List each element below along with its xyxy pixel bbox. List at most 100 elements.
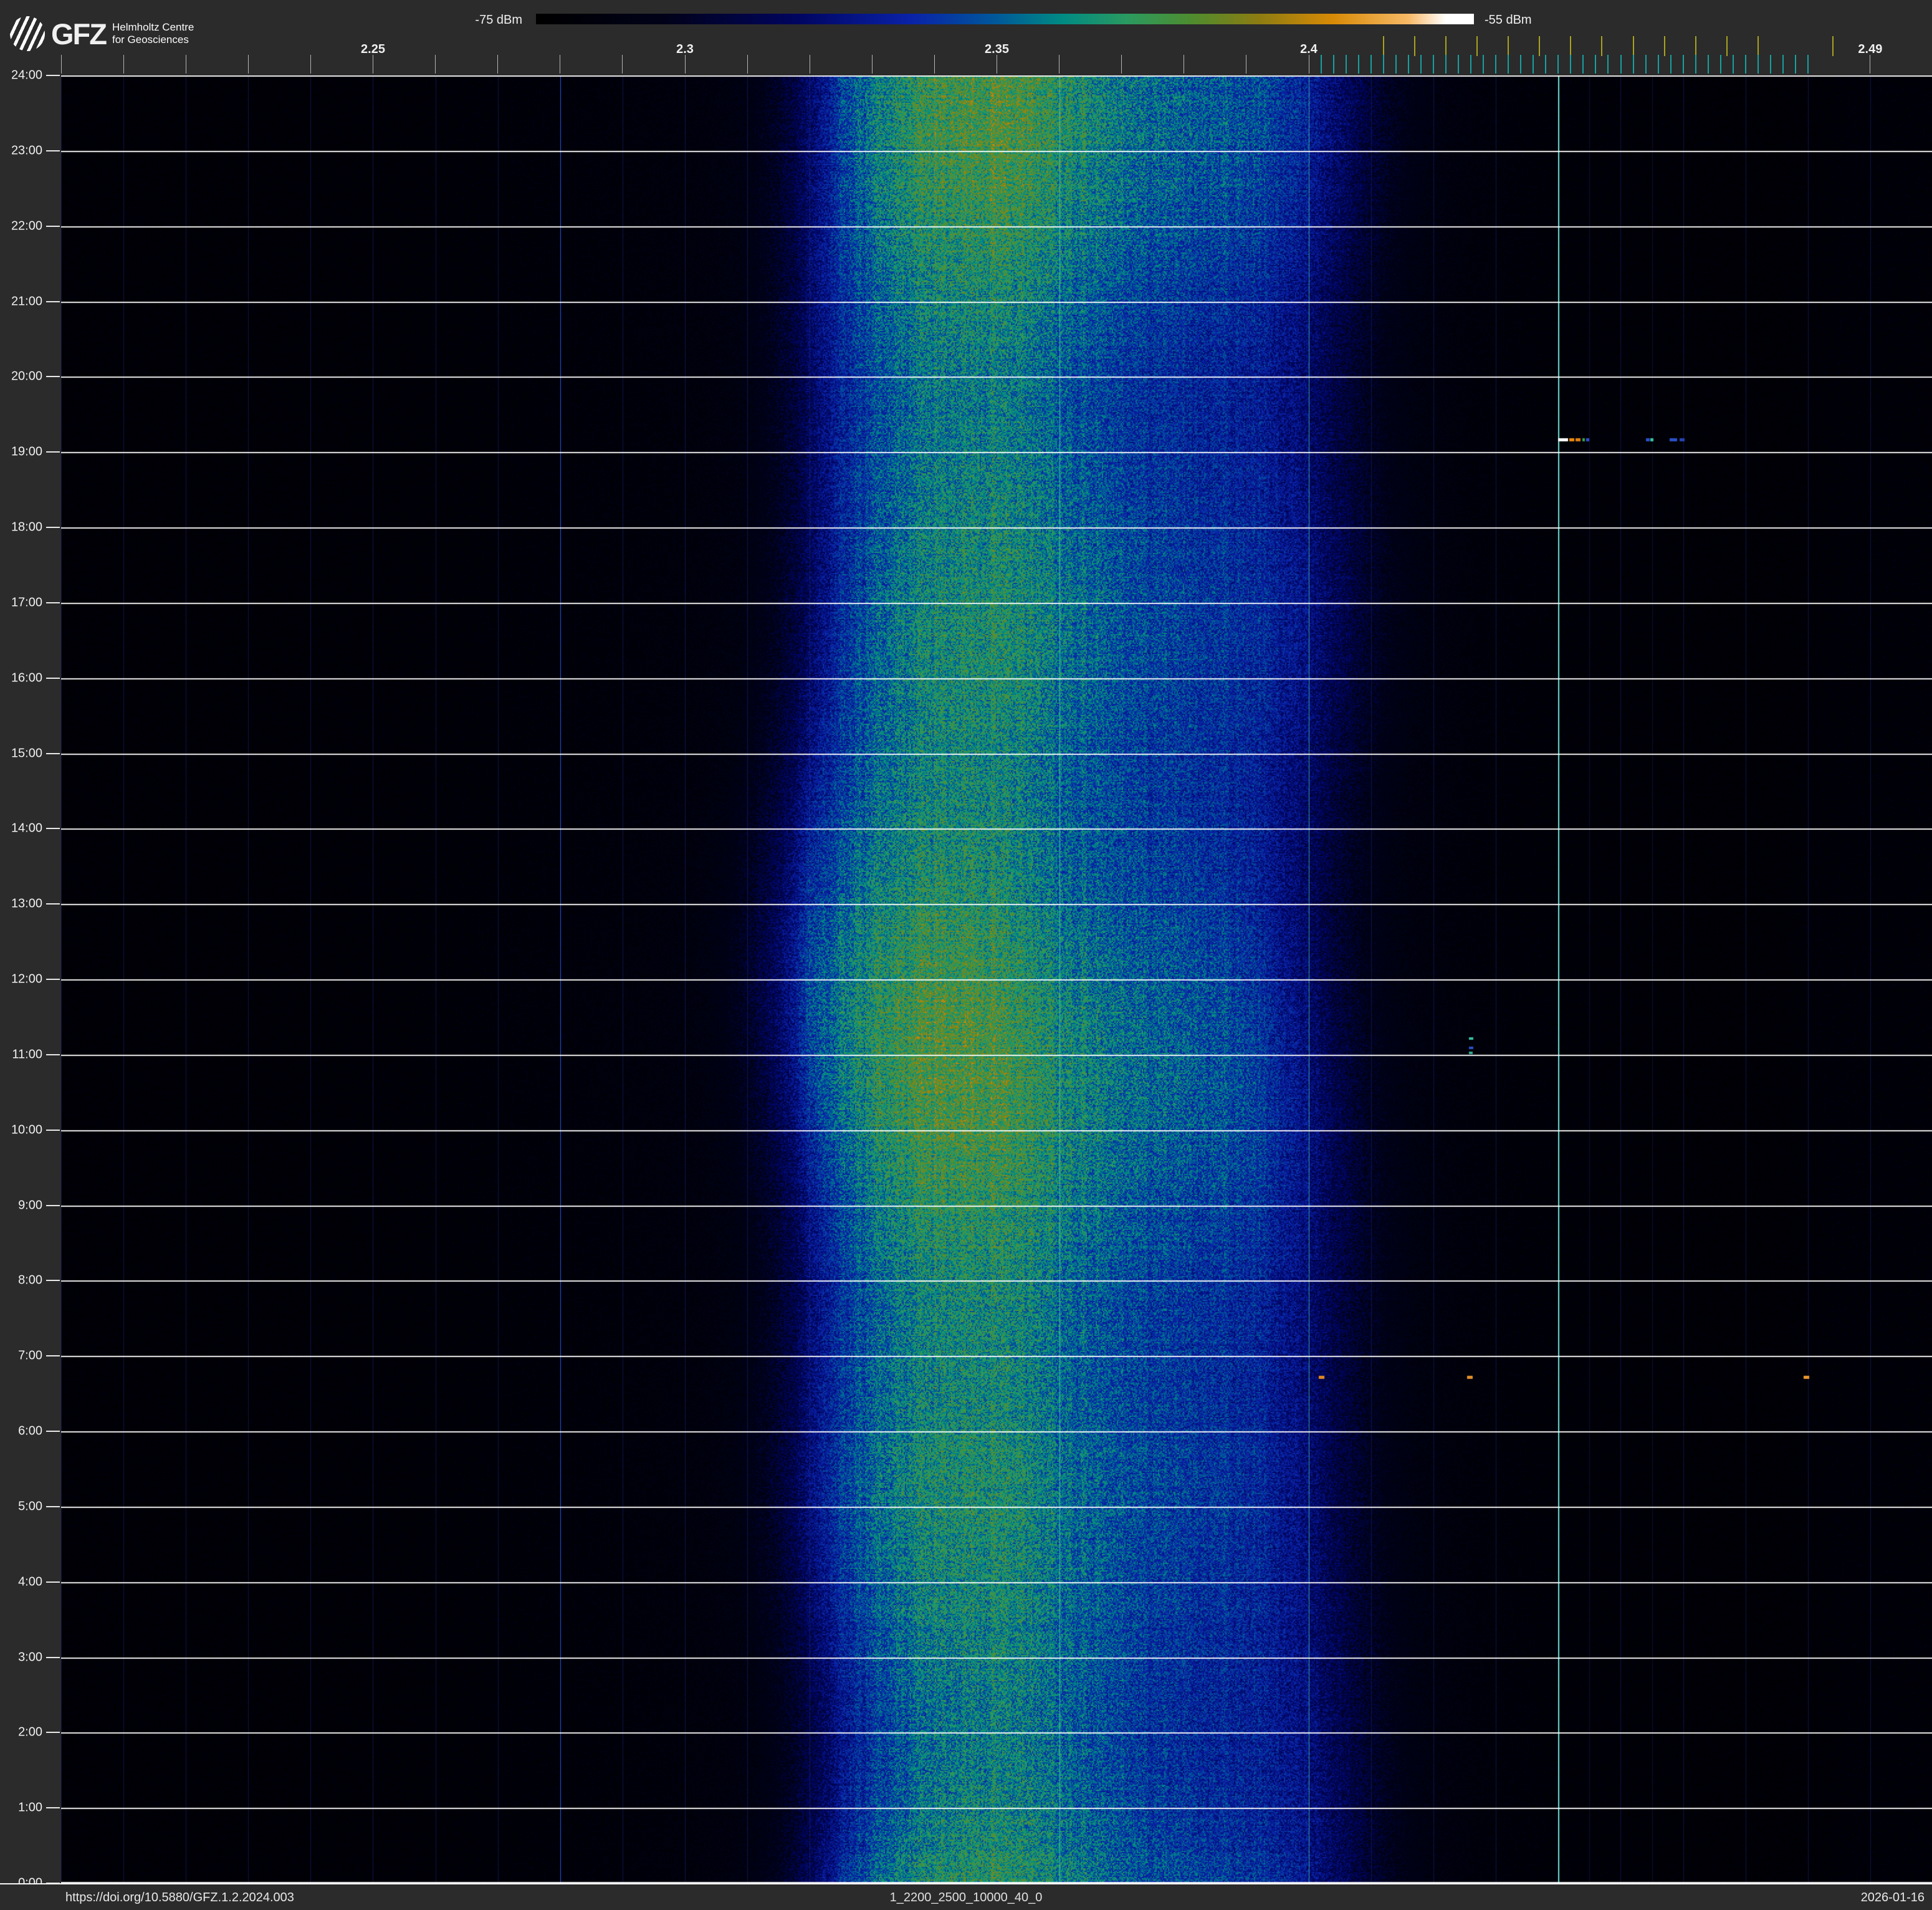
time-tick — [46, 527, 60, 528]
time-tick-label: 10:00 — [11, 1123, 42, 1137]
time-tick — [46, 752, 60, 754]
ble-channel-tick — [1333, 55, 1335, 74]
org-abbr: GFZ — [51, 17, 107, 50]
org-name: Helmholtz Centre for Geosciences — [112, 21, 194, 46]
wifi-channel-tick — [1476, 36, 1478, 56]
ble-channel-tick — [1632, 55, 1634, 74]
ble-channel-tick — [1433, 55, 1435, 74]
minor-tick — [60, 55, 62, 74]
ble-channel-tick — [1620, 55, 1622, 74]
time-tick — [46, 1656, 60, 1658]
time-tick-label: 20:00 — [11, 369, 42, 383]
wifi-channel-tick — [1414, 36, 1416, 56]
time-tick — [46, 903, 60, 905]
ble-channel-tick — [1383, 55, 1385, 74]
footer-bar: https://doi.org/10.5880/GFZ.1.2.2024.003… — [0, 1883, 1932, 1910]
time-tick-label: 5:00 — [18, 1499, 42, 1514]
time-tick — [46, 1807, 60, 1809]
minor-tick — [622, 55, 623, 74]
minor-tick — [684, 55, 686, 74]
freq-tick-label: 2.49 — [1858, 42, 1883, 56]
time-tick — [46, 1355, 60, 1357]
minor-tick — [123, 55, 124, 74]
ble-channel-tick — [1483, 55, 1485, 74]
time-tick-label: 9:00 — [18, 1198, 42, 1212]
time-tick — [46, 451, 60, 453]
ble-channel-tick — [1370, 55, 1372, 74]
time-tick — [46, 677, 60, 679]
ble-channel-tick — [1445, 55, 1447, 74]
ble-channel-tick — [1794, 55, 1796, 74]
freq-tick-label: 2.35 — [985, 42, 1009, 56]
org-name-line2: for Geosciences — [112, 34, 189, 46]
time-tick — [46, 150, 60, 151]
time-tick-label: 1:00 — [18, 1800, 42, 1815]
freq-tick-label: 2.3 — [676, 42, 694, 56]
wifi-channel-tick — [1539, 36, 1541, 56]
time-tick — [46, 979, 60, 980]
ble-channel-tick — [1645, 55, 1647, 74]
ble-channel-tick — [1420, 55, 1422, 74]
wifi-channel-tick — [1445, 36, 1447, 56]
minor-tick — [247, 55, 249, 74]
time-tick — [46, 1129, 60, 1131]
ble-channel-tick — [1657, 55, 1659, 74]
org-name-line1: Helmholtz Centre — [112, 21, 194, 33]
time-tick-label: 11:00 — [12, 1047, 42, 1062]
time-tick — [46, 828, 60, 830]
time-tick-label: 3:00 — [18, 1650, 42, 1664]
gfz-logo: GFZ Helmholtz Centre for Geosciences — [10, 16, 194, 51]
colorbar-min-label: -75 dBm — [475, 13, 522, 27]
ble-channel-tick — [1782, 55, 1784, 74]
dataset-id-text: 1_2200_2500_10000_40_0 — [889, 1891, 1043, 1904]
ble-channel-tick — [1582, 55, 1584, 74]
wifi-channel-tick — [1663, 36, 1665, 56]
minor-tick — [934, 55, 935, 74]
ble-channel-tick — [1346, 55, 1347, 74]
time-tick-label: 17:00 — [11, 595, 42, 610]
ble-channel-tick — [1607, 55, 1609, 74]
ble-channel-tick — [1757, 55, 1759, 74]
ble-channel-tick — [1682, 55, 1684, 74]
time-tick — [46, 300, 60, 302]
freq-tick-label: 2.25 — [361, 42, 385, 56]
doi-text: https://doi.org/10.5880/GFZ.1.2.2024.003 — [65, 1891, 294, 1904]
minor-tick — [435, 55, 436, 74]
ble-channel-tick — [1508, 55, 1509, 74]
ble-channel-tick — [1732, 55, 1734, 74]
wifi-channel-tick — [1757, 36, 1759, 56]
ble-channel-tick — [1495, 55, 1497, 74]
minor-tick — [497, 55, 499, 74]
ble-channel-tick — [1719, 55, 1721, 74]
time-tick — [46, 1280, 60, 1282]
wifi-channel-tick — [1508, 36, 1509, 56]
ble-channel-tick — [1595, 55, 1597, 74]
ble-channel-tick — [1807, 55, 1809, 74]
ble-channel-tick — [1470, 55, 1472, 74]
colorbar — [536, 14, 1474, 24]
ble-channel-tick — [1570, 55, 1572, 74]
ble-channel-tick — [1408, 55, 1410, 74]
ble-channel-tick — [1707, 55, 1709, 74]
time-tick-label: 18:00 — [11, 520, 42, 534]
ble-channel-tick — [1744, 55, 1746, 74]
time-tick-label: 13:00 — [11, 896, 42, 911]
ble-channel-tick — [1670, 55, 1671, 74]
colorbar-max-label: -55 dBm — [1485, 13, 1532, 27]
wifi-channel-tick — [1570, 36, 1572, 56]
spectrogram-canvas — [61, 75, 1932, 1883]
time-tick-label: 4:00 — [18, 1575, 42, 1589]
minor-tick — [1121, 55, 1122, 74]
time-tick-label: 12:00 — [11, 972, 42, 986]
time-tick-label: 22:00 — [11, 219, 42, 233]
wifi-channel-tick — [1383, 36, 1385, 56]
ble-channel-tick — [1458, 55, 1460, 74]
time-tick — [46, 1053, 60, 1055]
ble-channel-tick — [1520, 55, 1522, 74]
time-tick — [46, 376, 60, 378]
wifi-channel-tick — [1832, 36, 1834, 56]
time-tick — [46, 1431, 60, 1432]
time-tick-label: 24:00 — [11, 68, 42, 82]
ble-channel-tick — [1321, 55, 1322, 74]
minor-tick — [747, 55, 748, 74]
